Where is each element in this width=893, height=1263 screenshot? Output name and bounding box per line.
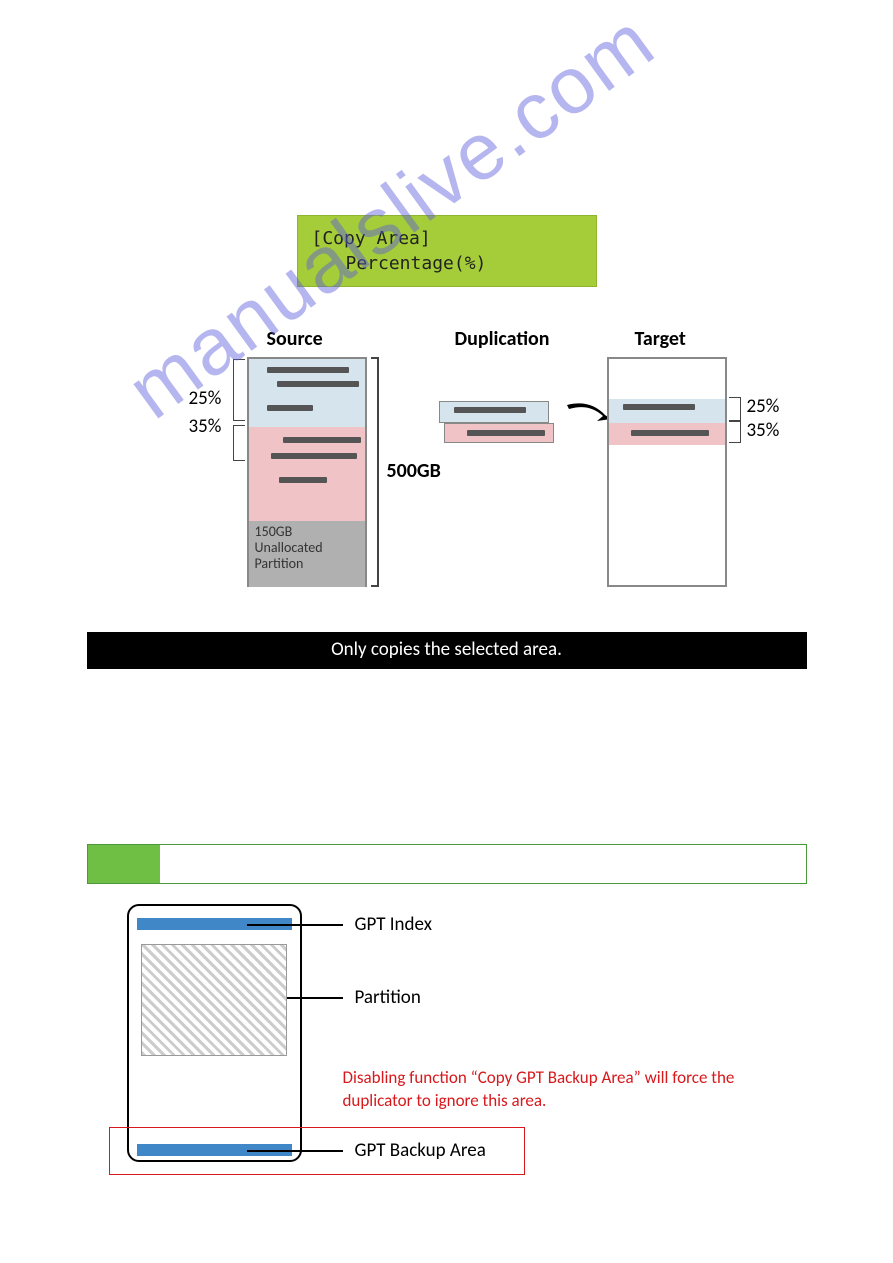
target-pct1: 25% xyxy=(747,395,780,418)
data-bar xyxy=(267,367,349,373)
data-bar xyxy=(277,381,359,387)
target-label: Target xyxy=(635,327,686,351)
lcd-screen: [Copy Area] Percentage(%) xyxy=(297,215,597,287)
partition-box xyxy=(141,944,287,1056)
heading-accent xyxy=(88,845,160,883)
bracket xyxy=(729,397,741,421)
partition-label: Partition xyxy=(355,986,421,1009)
data-bar xyxy=(467,430,545,436)
duplication-label: Duplication xyxy=(455,327,550,351)
lcd-line2: Percentage(%) xyxy=(312,251,582,276)
gpt-note: Disabling function “Copy GPT Backup Area… xyxy=(343,1067,783,1113)
leader-line xyxy=(247,1150,343,1152)
target-partition-1 xyxy=(609,399,725,423)
gpt-backup-label: GPT Backup Area xyxy=(355,1139,486,1162)
data-bar xyxy=(279,477,327,483)
lcd-line1: [Copy Area] xyxy=(312,226,582,251)
unallocated-text: 150GB Unallocated Partition xyxy=(255,524,323,572)
data-bar xyxy=(271,453,357,459)
bracket xyxy=(233,359,245,421)
capacity-bracket xyxy=(371,357,379,587)
data-bar xyxy=(283,437,361,443)
gpt-diagram: GPT Index Partition GPT Backup Area Disa… xyxy=(97,904,797,1204)
target-pct2: 35% xyxy=(747,419,780,442)
bracket xyxy=(233,425,245,461)
leader-line xyxy=(247,924,343,926)
target-partition-2 xyxy=(609,423,725,445)
bracket xyxy=(729,421,741,443)
data-bar xyxy=(623,404,695,410)
data-bar xyxy=(631,430,709,436)
leader-line xyxy=(287,997,343,999)
data-bar xyxy=(454,407,526,413)
data-bar xyxy=(267,405,313,411)
diagram-caption: Only copies the selected area. xyxy=(87,632,807,669)
target-disk xyxy=(607,357,727,587)
dup-part-2 xyxy=(444,423,554,443)
dup-part-1 xyxy=(439,401,549,423)
source-disk: 150GB Unallocated Partition xyxy=(247,357,367,587)
capacity-label: 500GB xyxy=(387,459,441,483)
source-pct1: 25% xyxy=(189,387,222,410)
source-label: Source xyxy=(267,327,323,351)
source-pct2: 35% xyxy=(189,415,222,438)
section-heading xyxy=(87,844,807,884)
gpt-index-label: GPT Index xyxy=(355,913,432,936)
copy-area-diagram: Source Duplication Target 25% 35% 150GB … xyxy=(87,327,807,627)
